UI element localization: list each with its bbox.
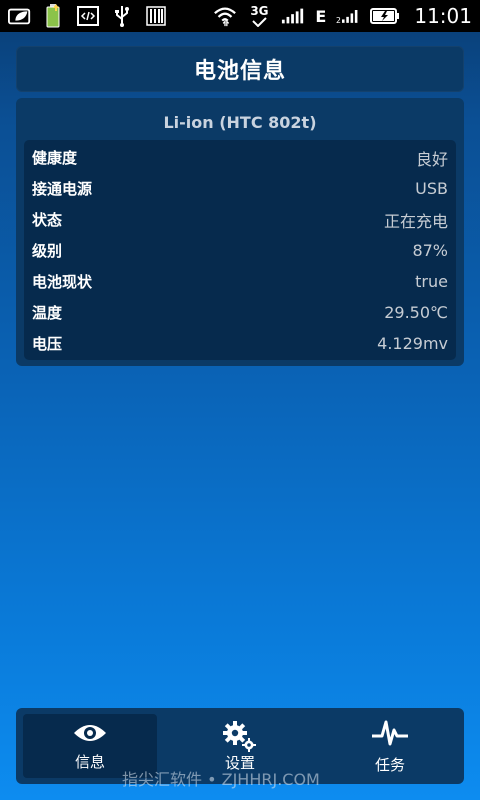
info-row-status: 状态 正在充电: [24, 204, 456, 235]
pulse-icon: [372, 720, 408, 745]
row-label: 电池现状: [32, 273, 93, 291]
wifi-icon: [213, 5, 237, 27]
info-row-present: 电池现状 true: [24, 266, 456, 297]
row-value: true: [415, 272, 448, 291]
row-value: 29.50℃: [384, 303, 448, 322]
status-bar-right: 3G E 2 11:01: [213, 0, 480, 32]
data-type-label: E: [315, 6, 327, 26]
row-value: 4.129mv: [377, 334, 448, 353]
gears-icon: [223, 720, 256, 752]
battery-info-card: Li-ion (HTC 802t) 健康度 良好 接通电源 USB 状态 正在充…: [16, 98, 464, 366]
page-title: 电池信息: [193, 59, 286, 84]
battery-status-icon: [370, 5, 400, 27]
info-row-level: 级别 87%: [24, 235, 456, 266]
barcode-icon: [144, 5, 168, 27]
title-bar: 电池信息: [16, 46, 464, 92]
status-bar: 3G E 2 11:01: [0, 0, 480, 32]
row-label: 状态: [32, 211, 63, 229]
info-row-voltage: 电压 4.129mv: [24, 328, 456, 359]
info-row-plugged: 接通电源 USB: [24, 173, 456, 204]
row-value: USB: [415, 179, 448, 198]
row-value: 正在充电: [383, 211, 448, 231]
watermark: 指尖汇软件 • ZJHHRJ.COM: [122, 770, 320, 789]
row-label: 健康度: [32, 149, 78, 167]
signal-strength-2-icon: 2: [336, 5, 360, 27]
battery-model: Li-ion (HTC 802t): [163, 112, 317, 132]
leaf-card-icon: [8, 5, 32, 27]
eye-icon: [74, 724, 106, 741]
row-value: 良好: [415, 149, 448, 169]
row-value: 87%: [412, 241, 448, 260]
row-label: 电压: [32, 335, 63, 353]
svg-text:2: 2: [336, 16, 341, 25]
status-bar-left: [0, 0, 168, 32]
row-label: 级别: [32, 242, 63, 260]
info-row-health: 健康度 良好: [24, 142, 456, 173]
battery-charging-app-icon: [42, 4, 66, 28]
info-row-temperature: 温度 29.50℃: [24, 297, 456, 328]
nav-tab-label: 信息: [74, 752, 105, 771]
battery-info-list: 健康度 良好 接通电源 USB 状态 正在充电 级别 87% 电池现状 true…: [24, 140, 456, 360]
usb-icon: [110, 5, 134, 27]
code-icon: [76, 5, 100, 27]
network-type-label: 3G: [250, 4, 269, 18]
clock: 11:01: [414, 4, 472, 28]
row-label: 接通电源: [32, 180, 93, 198]
signal-strength-icon: [281, 5, 305, 27]
network-3g-indicator: 3G: [247, 5, 271, 27]
nav-tab-tasks[interactable]: 任务: [323, 714, 457, 778]
nav-tab-label: 任务: [374, 755, 405, 774]
check-icon: [252, 17, 268, 27]
row-label: 温度: [32, 304, 63, 322]
